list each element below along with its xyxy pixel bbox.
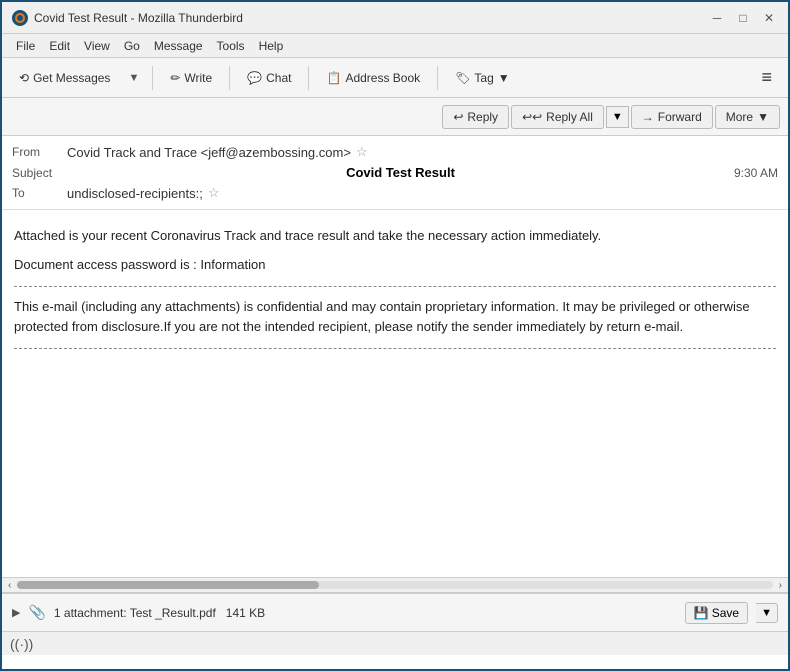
chat-button[interactable]: 💬 Chat (238, 66, 300, 90)
save-icon: 💾 (694, 606, 709, 620)
toolbar-separator-1 (152, 66, 153, 90)
chat-icon: 💬 (247, 71, 262, 85)
write-label: Write (184, 71, 212, 85)
attachment-expand-icon[interactable]: ▶ (12, 606, 20, 619)
subject-value: Covid Test Result (346, 165, 455, 180)
action-bar: ↩ Reply ↩↩ Reply All ▼ → Forward More ▼ (2, 98, 788, 136)
forward-button[interactable]: → Forward (631, 105, 713, 129)
subject-label: Subject (12, 166, 67, 180)
attachment-name: 1 attachment: Test _Result.pdf (54, 606, 216, 620)
scroll-right-arrow[interactable]: › (775, 578, 786, 593)
from-star-icon[interactable]: ☆ (356, 144, 368, 160)
save-button[interactable]: 💾 Save (685, 602, 748, 624)
get-messages-dropdown[interactable]: ▼ (123, 67, 144, 89)
address-book-icon: 📋 (326, 71, 341, 85)
forward-label: Forward (658, 110, 702, 124)
reply-all-dropdown[interactable]: ▼ (606, 106, 629, 128)
main-toolbar: ⟲ Get Messages ▼ ✏ Write 💬 Chat 📋 Addres… (2, 58, 788, 98)
tag-button[interactable]: 🏷 Tag ▼ (446, 66, 518, 90)
hamburger-menu-button[interactable]: ≡ (753, 63, 780, 92)
get-messages-label: Get Messages (33, 71, 110, 85)
get-messages-button[interactable]: ⟲ Get Messages (10, 66, 119, 90)
menu-tools[interactable]: Tools (211, 37, 251, 55)
scroll-thumb[interactable] (17, 581, 319, 589)
title-bar-left: Covid Test Result - Mozilla Thunderbird (12, 10, 243, 26)
to-label: To (12, 186, 67, 200)
close-button[interactable]: ✕ (760, 9, 778, 27)
attachment-bar: ▶ 📎 1 attachment: Test _Result.pdf 141 K… (2, 593, 788, 631)
menu-file[interactable]: File (10, 37, 41, 55)
window-controls: ─ □ ✕ (708, 9, 778, 27)
from-label: From (12, 145, 67, 159)
forward-icon: → (642, 110, 654, 124)
tag-icon: 🏷 (455, 71, 470, 85)
scroll-track[interactable] (17, 581, 772, 589)
toolbar-separator-3 (308, 66, 309, 90)
wifi-status-icon: ((·)) (10, 636, 33, 652)
reply-all-button[interactable]: ↩↩ Reply All (511, 105, 604, 129)
window-title: Covid Test Result - Mozilla Thunderbird (34, 11, 243, 25)
more-label: More (726, 110, 753, 124)
reply-button[interactable]: ↩ Reply (442, 105, 509, 129)
divider-top (14, 286, 776, 287)
more-button[interactable]: More ▼ (715, 105, 780, 129)
address-book-button[interactable]: 📋 Address Book (317, 66, 429, 90)
scroll-left-arrow[interactable]: ‹ (4, 578, 15, 593)
title-bar: Covid Test Result - Mozilla Thunderbird … (2, 2, 788, 34)
status-bar: ((·)) (2, 631, 788, 655)
body-paragraph-1: Attached is your recent Coronavirus Trac… (14, 226, 776, 247)
menu-view[interactable]: View (78, 37, 116, 55)
menu-bar: File Edit View Go Message Tools Help (2, 34, 788, 58)
email-header: From Covid Track and Trace <jeff@azembos… (2, 136, 788, 210)
horizontal-scrollbar[interactable]: ‹ › (2, 577, 788, 593)
toolbar-separator-2 (229, 66, 230, 90)
maximize-button[interactable]: □ (734, 9, 752, 27)
minimize-button[interactable]: ─ (708, 9, 726, 27)
menu-go[interactable]: Go (118, 37, 146, 55)
save-label: Save (712, 606, 739, 620)
menu-message[interactable]: Message (148, 37, 209, 55)
write-button[interactable]: ✏ Write (161, 66, 221, 90)
attachment-label: 1 attachment: Test _Result.pdf 141 KB (54, 606, 265, 620)
body-disclaimer: This e-mail (including any attachments) … (14, 297, 776, 339)
reply-all-icon: ↩↩ (522, 110, 542, 124)
reply-icon: ↩ (453, 110, 463, 124)
attachment-size: 141 KB (226, 606, 265, 620)
from-row: From Covid Track and Trace <jeff@azembos… (12, 142, 778, 162)
email-body-container[interactable]: Attached is your recent Coronavirus Trac… (2, 210, 788, 577)
tag-label: Tag (474, 71, 493, 85)
reply-all-label: Reply All (546, 110, 593, 124)
to-row: To undisclosed-recipients:; ☆ (12, 183, 778, 203)
body-paragraph-2: Document access password is : Informatio… (14, 255, 776, 276)
tag-dropdown-icon: ▼ (498, 71, 510, 85)
subject-row: Subject Covid Test Result 9:30 AM (12, 162, 778, 183)
divider-bottom (14, 348, 776, 349)
email-body: Attached is your recent Coronavirus Trac… (2, 210, 788, 375)
to-star-icon[interactable]: ☆ (208, 185, 220, 201)
from-value: Covid Track and Trace <jeff@azembossing.… (67, 145, 351, 160)
to-value: undisclosed-recipients:; (67, 186, 203, 201)
get-messages-icon: ⟲ (19, 71, 29, 85)
save-dropdown-button[interactable]: ▼ (756, 603, 778, 623)
chat-label: Chat (266, 71, 291, 85)
email-time: 9:30 AM (734, 166, 778, 180)
app-icon (12, 10, 28, 26)
reply-label: Reply (467, 110, 498, 124)
paperclip-icon: 📎 (28, 604, 45, 621)
menu-edit[interactable]: Edit (43, 37, 76, 55)
more-dropdown-icon: ▼ (757, 110, 769, 124)
write-icon: ✏ (170, 71, 180, 85)
address-book-label: Address Book (345, 71, 420, 85)
toolbar-separator-4 (437, 66, 438, 90)
menu-help[interactable]: Help (253, 37, 290, 55)
